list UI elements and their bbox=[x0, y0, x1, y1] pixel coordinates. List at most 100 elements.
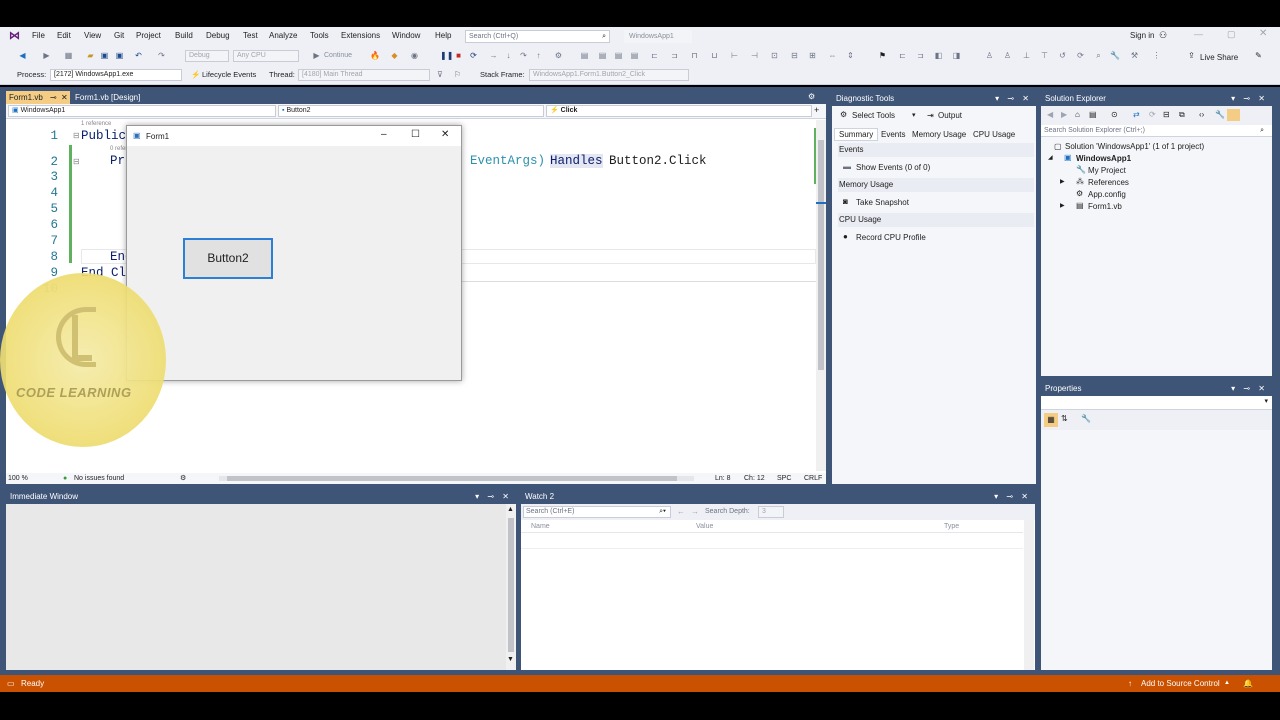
configuration-dropdown[interactable]: Debug bbox=[185, 50, 229, 62]
toolbar-grid-icon-4[interactable]: ▤ bbox=[630, 51, 639, 60]
form1-titlebar[interactable]: ▣ Form1 – ☐ ✕ bbox=[127, 126, 461, 146]
editor-tab-options-icon[interactable]: ⚙ bbox=[808, 92, 815, 101]
issues-label[interactable]: No issues found bbox=[74, 473, 124, 484]
se-show-all-files-icon[interactable]: ⧉ bbox=[1179, 110, 1185, 120]
project-node[interactable]: WindowsApp1 bbox=[1076, 153, 1131, 165]
align-right-icon[interactable]: ⊓ bbox=[690, 51, 699, 60]
se-preview-icon[interactable] bbox=[1227, 109, 1240, 121]
se-properties-icon[interactable]: 🔧 bbox=[1215, 110, 1225, 119]
process-dropdown[interactable]: [2172] WindowsApp1.exe bbox=[50, 69, 182, 81]
menu-edit[interactable]: Edit bbox=[57, 31, 71, 40]
source-control-up-icon[interactable]: ↑ bbox=[1128, 675, 1132, 692]
se-refresh-icon[interactable]: ⟳ bbox=[1149, 110, 1156, 119]
bring-to-front-icon[interactable]: ◧ bbox=[934, 51, 943, 60]
watch-scrollbar[interactable] bbox=[1024, 520, 1034, 670]
save-all-icon[interactable]: ▣ bbox=[115, 51, 124, 60]
restart-icon[interactable]: ⟳ bbox=[469, 51, 478, 60]
pin-icon[interactable]: ⊸ bbox=[50, 91, 57, 104]
make-same-height-icon[interactable]: ⊟ bbox=[790, 51, 799, 60]
se-window-controls-icon[interactable]: ▾ ⊸ ✕ bbox=[1231, 92, 1268, 106]
horizontal-spacing-icon[interactable]: ⇔ bbox=[828, 51, 837, 60]
select-tools-chevron-icon[interactable]: ▾ bbox=[912, 111, 916, 119]
alphabetical-icon[interactable]: ⇅ bbox=[1061, 414, 1068, 423]
step-over-icon[interactable]: ↷ bbox=[519, 51, 528, 60]
watch-col-value[interactable]: Value bbox=[696, 520, 713, 533]
sign-in-link[interactable]: Sign in bbox=[1130, 31, 1154, 40]
global-search-input[interactable]: Search (Ctrl+Q) ⌕ bbox=[465, 30, 610, 43]
filter-icon[interactable]: ⊽ bbox=[437, 70, 443, 79]
tab-form1-design[interactable]: Form1.vb [Design] bbox=[72, 91, 168, 104]
line-ending-indicator[interactable]: CRLF bbox=[804, 473, 822, 484]
toolbar-grid-icon-2[interactable]: ▤ bbox=[598, 51, 607, 60]
se-item-app-config[interactable]: App.config bbox=[1088, 189, 1126, 201]
redo-icon[interactable]: ↷ bbox=[157, 51, 166, 60]
collapse-class-icon[interactable]: ⊟ bbox=[73, 131, 80, 140]
menu-build[interactable]: Build bbox=[175, 31, 193, 40]
align-bottom-icon[interactable]: ⊣ bbox=[750, 51, 759, 60]
editor-horizontal-scrollbar[interactable] bbox=[219, 476, 694, 481]
se-switch-views-icon[interactable]: ▤ bbox=[1089, 110, 1097, 119]
se-pending-changes-icon[interactable]: ⊙ bbox=[1111, 110, 1118, 119]
show-next-statement-icon[interactable]: → bbox=[489, 51, 498, 60]
record-cpu-profile-button[interactable]: Record CPU Profile bbox=[856, 233, 926, 242]
center-horizontally-icon[interactable]: ⊏ bbox=[898, 51, 907, 60]
form-minimize-icon[interactable]: – bbox=[381, 129, 387, 140]
save-icon[interactable]: ▣ bbox=[100, 51, 109, 60]
close-window-icon[interactable]: ✕ bbox=[1259, 28, 1267, 39]
se-item-form1[interactable]: Form1.vb bbox=[1088, 201, 1122, 213]
codelens-reference-class[interactable]: 1 reference bbox=[81, 121, 111, 127]
live-share-icon[interactable]: ⇪ bbox=[1187, 51, 1196, 60]
expand-project-icon[interactable]: ◢ bbox=[1048, 154, 1053, 161]
tab-events[interactable]: Events bbox=[881, 130, 905, 139]
editor-vertical-scrollbar[interactable] bbox=[816, 120, 826, 471]
object-nav-dropdown[interactable]: ▪ Button2 bbox=[278, 105, 544, 117]
make-same-width-icon[interactable]: ⊡ bbox=[770, 51, 779, 60]
se-view-code-icon[interactable]: ‹› bbox=[1199, 110, 1204, 119]
take-snapshot-button[interactable]: Take Snapshot bbox=[856, 198, 909, 207]
se-forward-icon[interactable]: ▶ bbox=[1061, 110, 1067, 119]
se-home-icon[interactable]: ⌂ bbox=[1075, 110, 1080, 119]
close-tab-icon[interactable]: ✕ bbox=[61, 91, 68, 104]
menu-test[interactable]: Test bbox=[243, 31, 258, 40]
se-search-input[interactable]: Search Solution Explorer (Ctrl+;) ⌕ bbox=[1041, 125, 1272, 137]
minimize-window-icon[interactable]: — bbox=[1194, 29, 1203, 39]
immediate-scrollbar[interactable]: ▲ ▼ bbox=[506, 504, 516, 670]
restore-window-icon[interactable]: ▢ bbox=[1227, 29, 1236, 40]
button2[interactable]: Button2 bbox=[183, 238, 273, 279]
platform-dropdown[interactable]: Any CPU bbox=[233, 50, 299, 62]
center-vertically-icon[interactable]: ⊐ bbox=[916, 51, 925, 60]
continue-button[interactable]: Continue bbox=[324, 52, 352, 59]
menu-debug[interactable]: Debug bbox=[206, 31, 230, 40]
diagnostics-icon[interactable]: ⚙ bbox=[554, 51, 563, 60]
watch-window-controls-icon[interactable]: ▾ ⊸ ✕ bbox=[994, 490, 1031, 504]
immediate-input-area[interactable] bbox=[6, 504, 504, 670]
categorized-icon[interactable]: ▦ bbox=[1044, 413, 1058, 427]
send-to-back-icon[interactable]: ◨ bbox=[952, 51, 961, 60]
se-item-my-project[interactable]: My Project bbox=[1088, 165, 1126, 177]
split-editor-icon[interactable]: + bbox=[814, 105, 819, 115]
watch-empty-row[interactable] bbox=[521, 533, 1023, 549]
bookmark-icon[interactable]: ⚑ bbox=[878, 51, 887, 60]
align-middle-icon[interactable]: ⊢ bbox=[730, 51, 739, 60]
navigate-back-icon[interactable]: ◀ bbox=[18, 51, 27, 60]
lifecycle-events-icon[interactable]: ⚡ bbox=[191, 70, 200, 79]
align-top-icon[interactable]: ⊔ bbox=[710, 51, 719, 60]
notifications-bell-icon[interactable]: 🔔 bbox=[1243, 675, 1253, 692]
format-icon[interactable]: ↺ bbox=[1058, 51, 1067, 60]
select-tools-icon[interactable]: ⚙ bbox=[840, 110, 847, 119]
watch-col-name[interactable]: Name bbox=[531, 520, 550, 533]
show-events-link[interactable]: Show Events (0 of 0) bbox=[856, 163, 930, 172]
expand-form1-icon[interactable]: ▶ bbox=[1060, 202, 1065, 209]
property-pages-icon[interactable]: 🔧 bbox=[1081, 414, 1091, 423]
continue-play-icon[interactable]: ▶ bbox=[312, 51, 321, 60]
toolbar-grid-icon-3[interactable]: ▤ bbox=[614, 51, 623, 60]
open-folder-icon[interactable]: ▰ bbox=[86, 51, 95, 60]
form-maximize-icon[interactable]: ☐ bbox=[411, 129, 420, 140]
menu-project[interactable]: Project bbox=[136, 31, 161, 40]
menu-analyze[interactable]: Analyze bbox=[269, 31, 297, 40]
pause-icon[interactable]: ❚❚ bbox=[440, 51, 453, 60]
form-close-icon[interactable]: ✕ bbox=[441, 129, 449, 140]
menu-view[interactable]: View bbox=[84, 31, 101, 40]
solution-node[interactable]: Solution 'WindowsApp1' (1 of 1 project) bbox=[1065, 141, 1204, 153]
screenshot-icon[interactable]: ◉ bbox=[410, 51, 419, 60]
